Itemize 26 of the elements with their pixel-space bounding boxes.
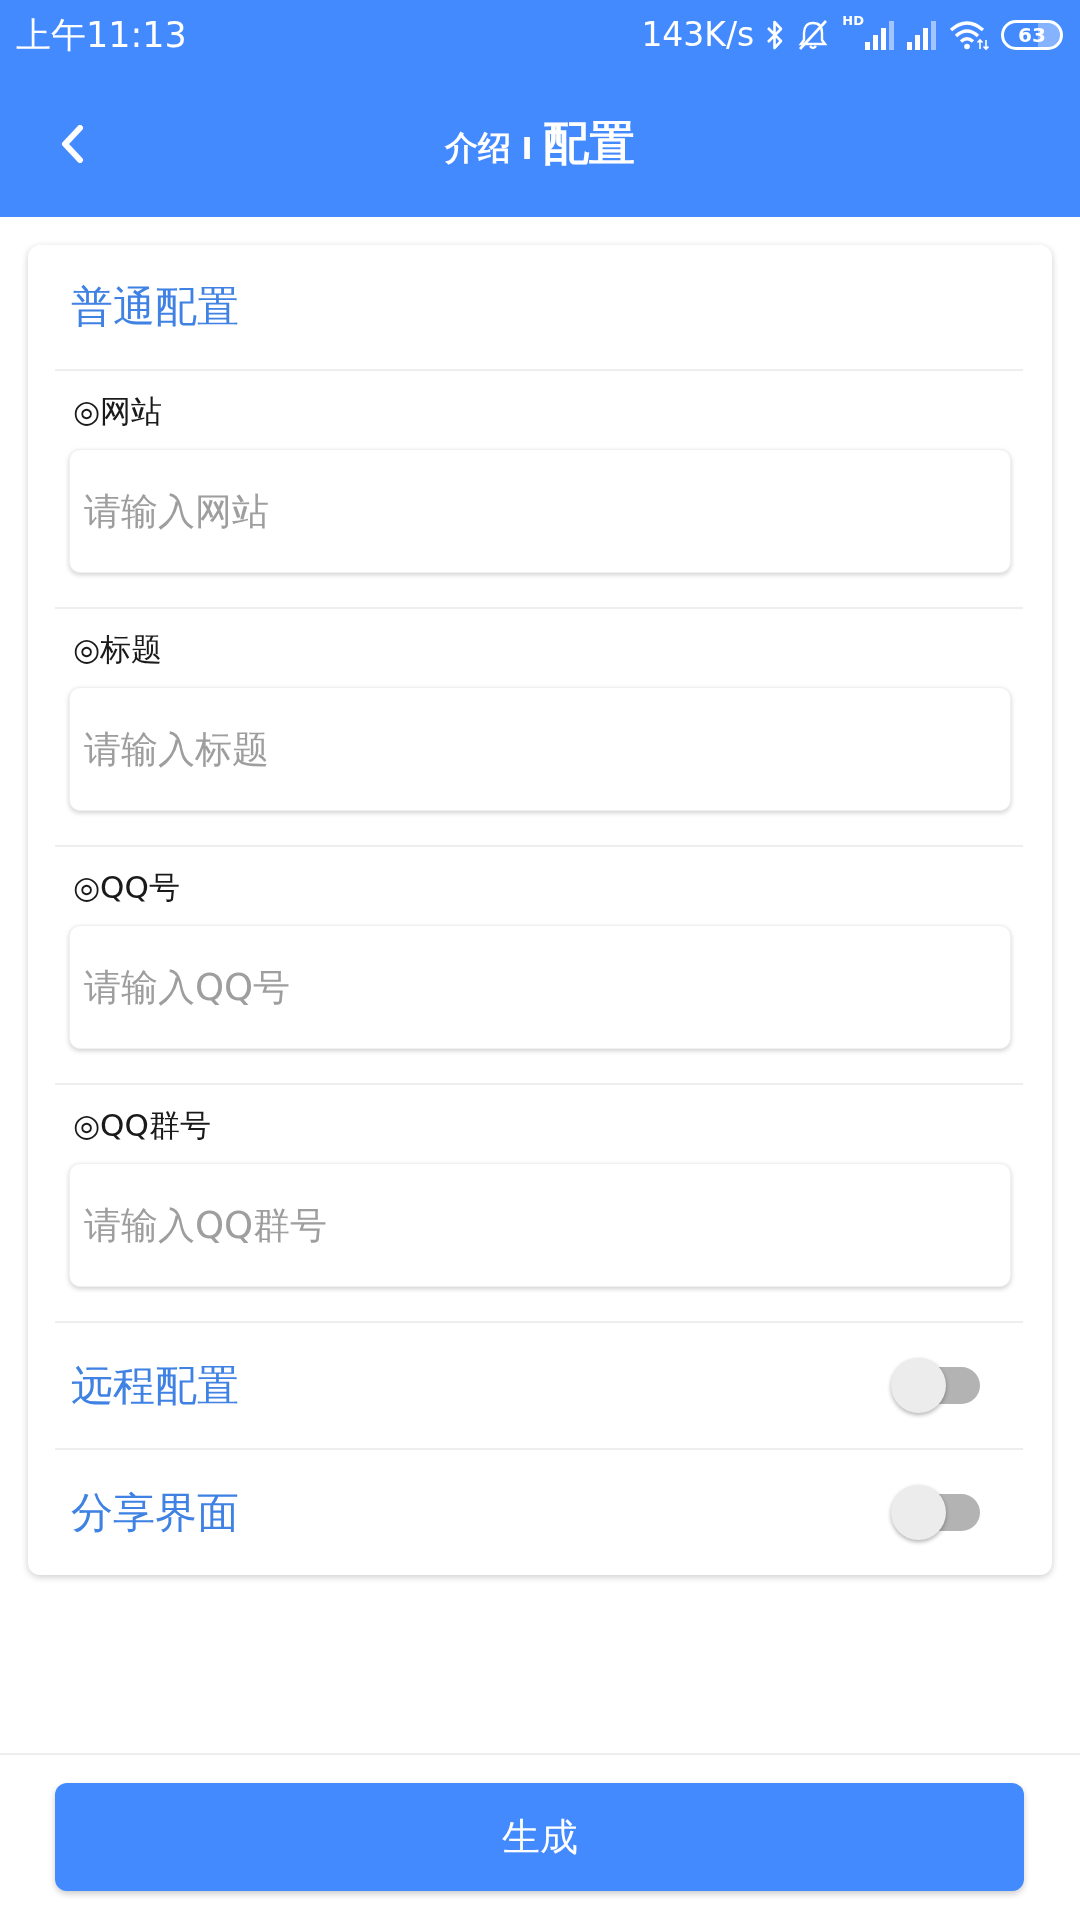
setting-label: 远程配置 — [71, 1360, 239, 1411]
toggle-switch[interactable] — [891, 1485, 980, 1540]
network-speed: 143K/s — [641, 15, 755, 55]
bluetooth-icon — [766, 19, 785, 51]
header-title: 配置 — [542, 114, 635, 172]
input-field[interactable]: 请输入QQ号 — [69, 925, 1011, 1049]
setting-label: 分享界面 — [71, 1487, 239, 1538]
field-label: ◎网站 — [72, 392, 163, 430]
field-label: ◎标题 — [72, 630, 163, 668]
generate-button[interactable]: 生成 — [55, 1783, 1024, 1891]
input-field[interactable]: 请输入网站 — [69, 449, 1011, 573]
signal-icon — [865, 20, 895, 50]
hd-label: HD — [842, 14, 864, 28]
header-section-title: 介绍 — [445, 126, 512, 169]
input-field[interactable]: 请输入标题 — [69, 687, 1011, 811]
field-label: ◎QQ群号 — [72, 1106, 211, 1144]
signal-icon — [907, 20, 937, 50]
battery-percent: 63 — [1018, 24, 1046, 46]
toggle-switch[interactable] — [891, 1358, 980, 1413]
input-field[interactable]: 请输入QQ群号 — [69, 1163, 1011, 1287]
wifi-icon — [949, 19, 989, 51]
title-separator: I — [521, 130, 533, 166]
back-icon — [60, 124, 84, 163]
field-label: ◎QQ号 — [72, 868, 180, 906]
card-title: 普通配置 — [71, 282, 239, 332]
clock-time: 上午11:13 — [16, 15, 187, 55]
